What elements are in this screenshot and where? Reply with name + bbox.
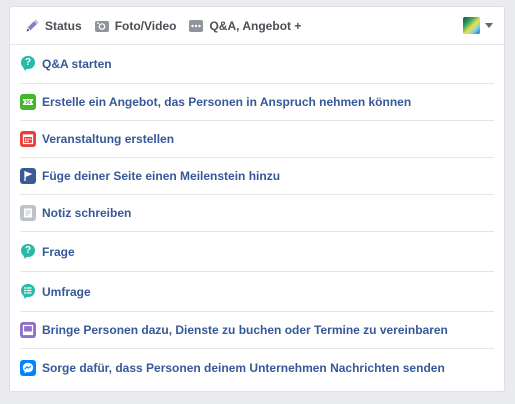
booking-icon — [20, 322, 36, 338]
avatar — [463, 17, 480, 34]
menu-item-label: Veranstaltung erstellen — [42, 132, 175, 146]
poll-bubble-tail — [23, 294, 28, 299]
messenger-icon — [20, 359, 36, 376]
composer-menu: ? Q&A starten Erstelle ein Angebot, das … — [10, 45, 504, 386]
tab-qa-offer-more-label: Q&A, Angebot + — [209, 18, 302, 33]
menu-item-create-event[interactable]: Veranstaltung erstellen — [20, 121, 494, 158]
menu-item-poll[interactable]: Umfrage — [20, 272, 494, 312]
menu-item-label: Q&A starten — [42, 57, 112, 71]
menu-item-question[interactable]: ? Frage — [20, 232, 494, 272]
note-icon — [20, 205, 36, 221]
menu-item-label: Frage — [42, 244, 75, 259]
qa-bubble-tail — [23, 67, 28, 71]
tab-status[interactable]: Status — [24, 18, 82, 34]
milestone-flag-icon — [20, 168, 36, 184]
composer-panel: Status Foto/Video Q&A, Angebot + ? Q&A s… — [9, 6, 505, 392]
camera-icon — [94, 18, 110, 34]
poll-icon — [20, 283, 36, 300]
menu-item-write-note[interactable]: Notiz schreiben — [20, 195, 494, 232]
composer-header: Status Foto/Video Q&A, Angebot + — [10, 7, 504, 45]
menu-item-label: Notiz schreiben — [42, 206, 132, 220]
tab-photo-video[interactable]: Foto/Video — [94, 18, 177, 34]
menu-item-messages[interactable]: Sorge dafür, dass Personen deinem Untern… — [20, 349, 494, 386]
menu-item-add-milestone[interactable]: Füge deiner Seite einen Meilenstein hinz… — [20, 158, 494, 195]
chevron-down-icon — [485, 23, 493, 28]
menu-item-label: Umfrage — [42, 284, 91, 299]
tab-status-label: Status — [45, 18, 82, 33]
tab-qa-offer-more[interactable]: Q&A, Angebot + — [188, 18, 301, 34]
tab-photo-video-label: Foto/Video — [114, 18, 177, 33]
menu-item-label: Sorge dafür, dass Personen deinem Untern… — [42, 360, 445, 375]
menu-item-bookings[interactable]: Bringe Personen dazu, Dienste zu buchen … — [20, 312, 494, 349]
page-selector[interactable] — [463, 17, 493, 34]
menu-item-label: Füge deiner Seite einen Meilenstein hinz… — [42, 169, 281, 183]
pencil-icon — [24, 18, 40, 34]
more-icon — [188, 18, 204, 34]
calendar-icon — [20, 131, 36, 147]
menu-item-label: Erstelle ein Angebot, das Personen in An… — [42, 95, 412, 109]
offer-ticket-icon — [20, 94, 36, 110]
qa-icon: ? — [20, 56, 36, 72]
menu-item-qa-start[interactable]: ? Q&A starten — [20, 45, 494, 84]
question-bubble-tail — [23, 254, 28, 259]
menu-item-label: Bringe Personen dazu, Dienste zu buchen … — [42, 323, 448, 337]
question-icon: ? — [20, 243, 36, 260]
menu-item-create-offer[interactable]: Erstelle ein Angebot, das Personen in An… — [20, 84, 494, 121]
